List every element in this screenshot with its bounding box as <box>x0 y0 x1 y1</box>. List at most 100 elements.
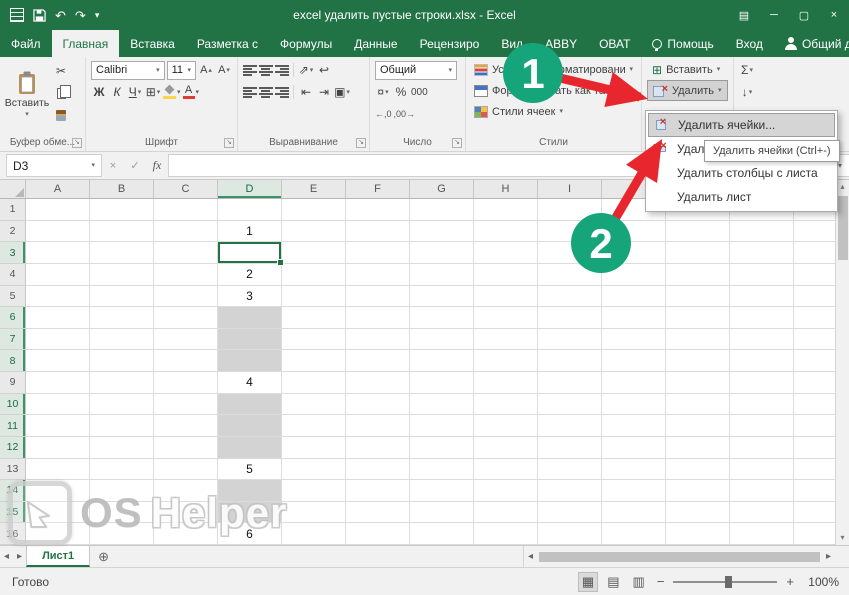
cell-D14[interactable] <box>218 480 282 502</box>
cell-I9[interactable] <box>538 372 602 394</box>
row-header-13[interactable]: 13 <box>0 459 26 481</box>
cell-I15[interactable] <box>538 502 602 524</box>
cell-K4[interactable] <box>666 264 730 286</box>
cell-G6[interactable] <box>410 307 474 329</box>
tab-insert[interactable]: Вставка <box>119 30 186 57</box>
increase-decimal-icon[interactable]: ←,0 <box>375 105 392 123</box>
cell-J9[interactable] <box>602 372 666 394</box>
cell-B15[interactable] <box>90 502 154 524</box>
row-header-4[interactable]: 4 <box>0 264 26 286</box>
cell-H13[interactable] <box>474 459 538 481</box>
cell-K7[interactable] <box>666 329 730 351</box>
cell-H5[interactable] <box>474 286 538 308</box>
currency-format-button[interactable]: ¤▾ <box>375 83 391 101</box>
cell-G7[interactable] <box>410 329 474 351</box>
tab-view[interactable]: Вид <box>490 30 534 57</box>
cell-H2[interactable] <box>474 221 538 243</box>
cell-I16[interactable] <box>538 523 602 545</box>
cell-L14[interactable] <box>730 480 794 502</box>
cell-F7[interactable] <box>346 329 410 351</box>
cell-B6[interactable] <box>90 307 154 329</box>
column-header-A[interactable]: A <box>26 180 90 198</box>
cell-M4[interactable] <box>794 264 835 286</box>
cell-E5[interactable] <box>282 286 346 308</box>
share-button[interactable]: Общий доступ <box>774 30 849 57</box>
cell-A13[interactable] <box>26 459 90 481</box>
cell-C3[interactable] <box>154 242 218 264</box>
cell-M6[interactable] <box>794 307 835 329</box>
cell-G4[interactable] <box>410 264 474 286</box>
cell-J5[interactable] <box>602 286 666 308</box>
row-header-16[interactable]: 16 <box>0 523 26 545</box>
cell-I14[interactable] <box>538 480 602 502</box>
cell-M16[interactable] <box>794 523 835 545</box>
name-box[interactable]: D3 ▾ <box>6 154 102 177</box>
cell-F8[interactable] <box>346 350 410 372</box>
cell-J14[interactable] <box>602 480 666 502</box>
cell-K11[interactable] <box>666 415 730 437</box>
ribbon-display-options-icon[interactable]: ▤ <box>729 0 759 30</box>
cell-E4[interactable] <box>282 264 346 286</box>
row-header-8[interactable]: 8 <box>0 350 26 372</box>
cell-M15[interactable] <box>794 502 835 524</box>
cell-F2[interactable] <box>346 221 410 243</box>
cell-A2[interactable] <box>26 221 90 243</box>
column-header-F[interactable]: F <box>346 180 410 198</box>
cell-B4[interactable] <box>90 264 154 286</box>
cell-B12[interactable] <box>90 437 154 459</box>
column-header-D[interactable]: D <box>218 180 282 198</box>
menu-delete-sheet-columns[interactable]: Удалить столбцы с листа <box>648 161 835 185</box>
font-name-select[interactable]: Calibri ▾ <box>91 61 165 80</box>
cancel-icon[interactable]: × <box>102 160 124 172</box>
merge-center-button[interactable]: ▣▾ <box>334 83 350 101</box>
cell-H10[interactable] <box>474 394 538 416</box>
tab-page-layout[interactable]: Разметка с <box>186 30 269 57</box>
cell-I5[interactable] <box>538 286 602 308</box>
cell-D3[interactable] <box>218 242 282 264</box>
comma-style-button[interactable]: 000 <box>411 83 428 101</box>
align-middle-icon[interactable] <box>259 65 273 76</box>
cell-L9[interactable] <box>730 372 794 394</box>
zoom-in-icon[interactable]: + <box>784 574 796 589</box>
cell-D5[interactable]: 3 <box>218 286 282 308</box>
cell-F13[interactable] <box>346 459 410 481</box>
cell-E11[interactable] <box>282 415 346 437</box>
row-header-5[interactable]: 5 <box>0 286 26 308</box>
cell-C13[interactable] <box>154 459 218 481</box>
cell-L2[interactable] <box>730 221 794 243</box>
vertical-scroll-thumb[interactable] <box>838 196 848 260</box>
column-header-B[interactable]: B <box>90 180 154 198</box>
cell-L6[interactable] <box>730 307 794 329</box>
cell-D10[interactable] <box>218 394 282 416</box>
cell-J6[interactable] <box>602 307 666 329</box>
cell-F11[interactable] <box>346 415 410 437</box>
cell-C11[interactable] <box>154 415 218 437</box>
decrease-font-icon[interactable]: А▾ <box>216 61 232 79</box>
cell-B5[interactable] <box>90 286 154 308</box>
cell-B8[interactable] <box>90 350 154 372</box>
row-header-14[interactable]: 14 <box>0 480 26 502</box>
save-icon[interactable] <box>33 9 46 22</box>
cell-H14[interactable] <box>474 480 538 502</box>
cell-F5[interactable] <box>346 286 410 308</box>
cut-icon[interactable]: ✂ <box>53 62 69 80</box>
cell-B11[interactable] <box>90 415 154 437</box>
cell-G14[interactable] <box>410 480 474 502</box>
tab-data[interactable]: Данные <box>343 30 408 57</box>
row-header-3[interactable]: 3 <box>0 242 26 264</box>
cell-J4[interactable] <box>602 264 666 286</box>
conditional-formatting-button[interactable]: Условное форматирование ▾ <box>471 59 636 80</box>
cell-H3[interactable] <box>474 242 538 264</box>
fill-button[interactable]: ↓▾ <box>739 83 755 101</box>
cell-F12[interactable] <box>346 437 410 459</box>
cell-D13[interactable]: 5 <box>218 459 282 481</box>
cell-I2[interactable] <box>538 221 602 243</box>
align-left-icon[interactable] <box>243 87 257 98</box>
cell-G2[interactable] <box>410 221 474 243</box>
tab-file[interactable]: Файл <box>0 30 52 57</box>
paste-button[interactable]: Вставить ▾ <box>5 59 49 129</box>
cell-C12[interactable] <box>154 437 218 459</box>
cell-M8[interactable] <box>794 350 835 372</box>
cell-K12[interactable] <box>666 437 730 459</box>
new-sheet-icon[interactable]: ⊕ <box>90 546 117 567</box>
